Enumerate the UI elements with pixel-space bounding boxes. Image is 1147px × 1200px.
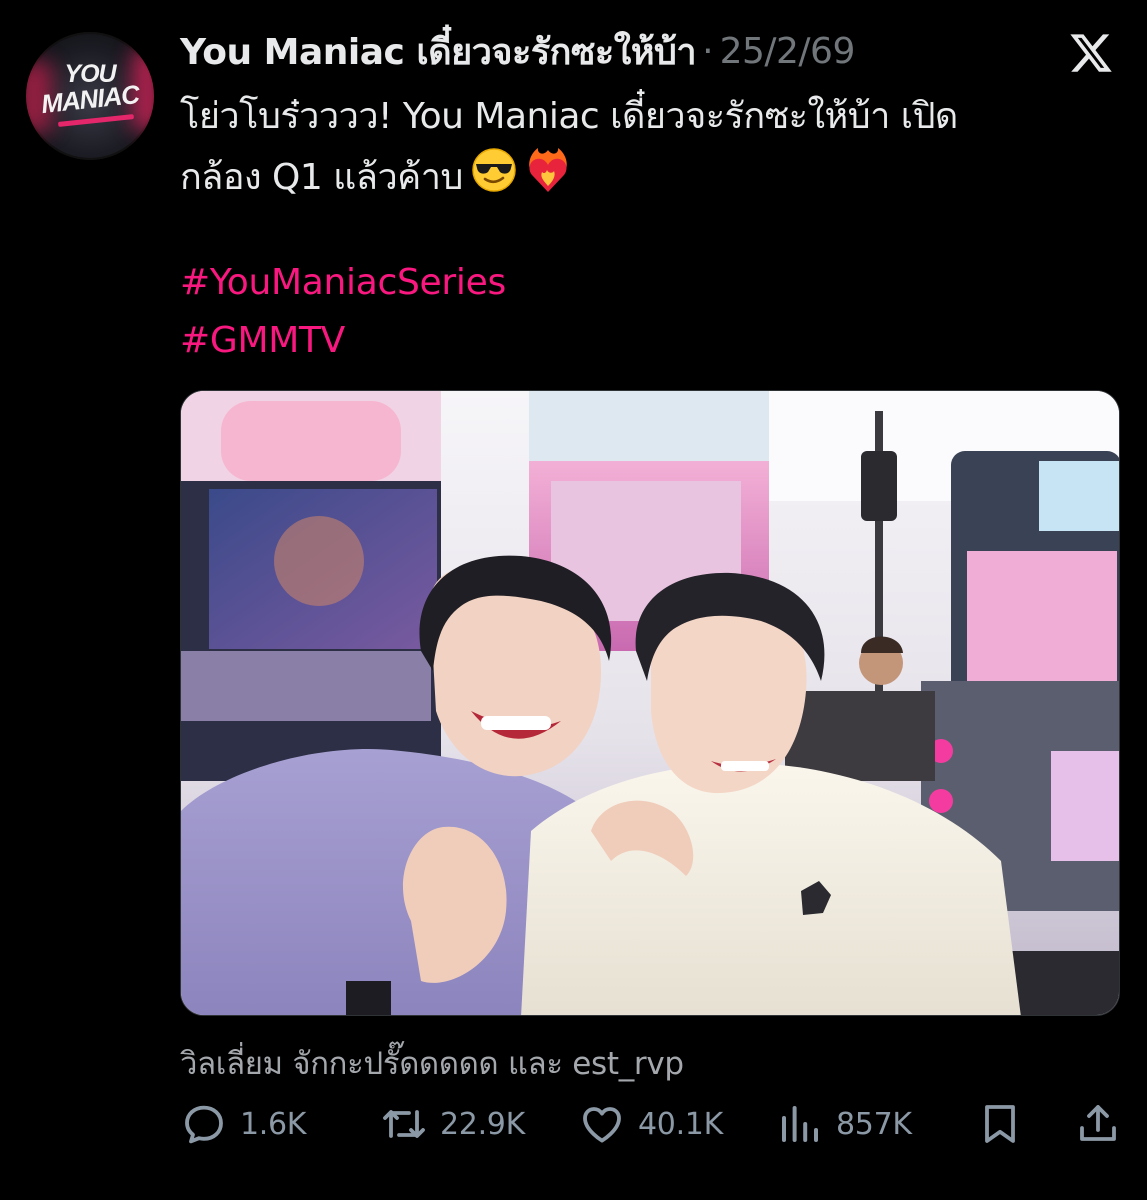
- header-separator: ·: [702, 30, 714, 72]
- share-button[interactable]: [1074, 1096, 1122, 1152]
- tweet-photo[interactable]: [180, 390, 1120, 1016]
- heart-icon: [583, 1107, 621, 1143]
- avatar[interactable]: YOU MANIAC: [26, 32, 154, 160]
- hashtag-link-gmmtv[interactable]: #GMMTV: [180, 312, 506, 370]
- repost-count: 22.9K: [440, 1106, 525, 1142]
- tweet-text-line-1: โย่วโบร๋วววว! You Maniac เดี๋ยวจะรักซะให…: [180, 96, 958, 137]
- x-logo-icon: [1070, 34, 1112, 72]
- tagged-people[interactable]: วิลเลี่ยม จักกะปรั๊ดดดดด และ est_rvp: [180, 1038, 684, 1088]
- tweet-date[interactable]: 25/2/69: [720, 31, 856, 72]
- reply-icon: [185, 1105, 223, 1144]
- photo-illustration: [181, 391, 1119, 1015]
- repost-button[interactable]: 22.9K: [380, 1096, 525, 1152]
- reply-count: 1.6K: [240, 1106, 307, 1142]
- sunglasses-emoji-icon: [471, 147, 517, 211]
- share-icon: [1080, 1105, 1116, 1141]
- like-button[interactable]: 40.1K: [578, 1096, 723, 1152]
- heart-on-fire-emoji-icon: [525, 146, 571, 212]
- repost-icon: [383, 1110, 425, 1138]
- action-bar: 1.6K 22.9K 40.1K 857K: [180, 1096, 1120, 1152]
- views-count: 857K: [836, 1106, 912, 1142]
- tweet-text-line-2: กล้อง Q1 แล้วค้าบ: [180, 146, 1120, 212]
- tweet-text-line-2-content: กล้อง Q1 แล้วค้าบ: [180, 157, 463, 198]
- views-button[interactable]: 857K: [776, 1096, 912, 1152]
- views-chart-icon: [782, 1106, 818, 1142]
- author-name[interactable]: You Maniac เดี๋ยวจะรักซะให้บ้า: [180, 23, 697, 80]
- bookmark-icon: [985, 1105, 1015, 1143]
- tweet-card: YOU MANIAC You Maniac เดี๋ยวจะรักซะให้บ้…: [0, 0, 1147, 1200]
- bookmark-button[interactable]: [976, 1096, 1024, 1152]
- tweet-header: You Maniac เดี๋ยวจะรักซะให้บ้า · 25/2/69: [180, 28, 855, 74]
- like-count: 40.1K: [638, 1106, 723, 1142]
- hashtags: #YouManiacSeries #GMMTV: [180, 254, 506, 370]
- hashtag-link-youmaniacseries[interactable]: #YouManiacSeries: [180, 254, 506, 312]
- tweet-text: โย่วโบร๋วววว! You Maniac เดี๋ยวจะรักซะให…: [180, 88, 1120, 212]
- reply-button[interactable]: 1.6K: [180, 1096, 306, 1152]
